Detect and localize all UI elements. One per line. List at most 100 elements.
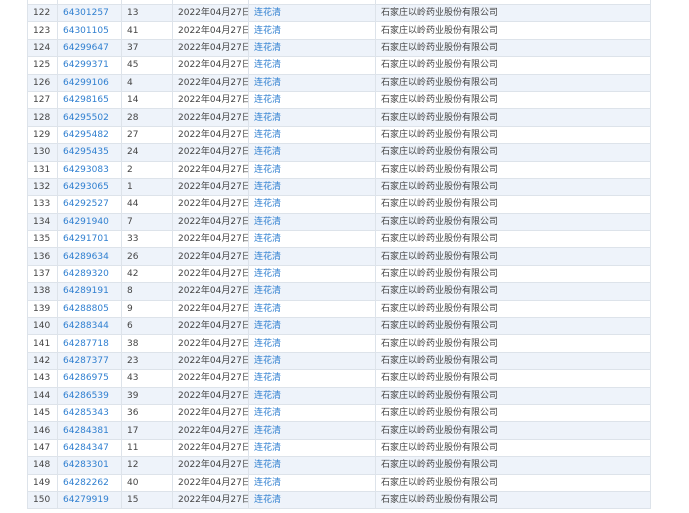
table-row: 135 64291701 33 2022年04月27日 连花清 石家庄以岭药业股份有限公司 [27, 230, 651, 249]
id-link[interactable]: 64291701 [63, 234, 109, 244]
id-link[interactable]: 64284381 [63, 426, 109, 436]
id-link[interactable]: 64301105 [63, 26, 109, 36]
product-link[interactable]: 连花清 [254, 165, 281, 175]
row-number-cell: 142 [27, 351, 58, 371]
table-row: 134 64291940 7 2022年04月27日 连花清 石家庄以岭药业股份有限公司 [27, 212, 651, 232]
product-link[interactable]: 连花清 [254, 217, 281, 227]
company-cell: 石家庄以岭药业股份有限公司 [375, 386, 651, 405]
product-link[interactable]: 连花清 [254, 199, 281, 209]
id-link[interactable]: 64287718 [63, 339, 109, 349]
id-link[interactable]: 64282262 [63, 478, 109, 488]
product-link[interactable]: 连花清 [254, 391, 281, 401]
product-cell: 连花清 [248, 230, 376, 249]
product-cell: 连花清 [248, 369, 376, 388]
product-link[interactable]: 连花清 [254, 147, 281, 157]
product-cell: 连花清 [248, 56, 376, 75]
id-link[interactable]: 64286539 [63, 391, 109, 401]
id-cell: 64301257 [57, 3, 122, 23]
product-link[interactable]: 连花清 [254, 426, 281, 436]
table-row: 140 64288344 6 2022年04月27日 连花清 石家庄以岭药业股份有限公司 [27, 317, 651, 336]
product-cell: 连花清 [248, 473, 376, 492]
id-link[interactable]: 64293083 [63, 165, 109, 175]
id-link[interactable]: 64284347 [63, 443, 109, 453]
product-cell: 连花清 [248, 438, 376, 458]
product-link[interactable]: 连花清 [254, 339, 281, 349]
product-cell: 连花清 [248, 247, 376, 266]
product-link[interactable]: 连花清 [254, 130, 281, 140]
id-cell: 64293065 [57, 177, 122, 197]
table-row: 133 64292527 44 2022年04月27日 连花清 石家庄以岭药业股份有限公司 [27, 195, 651, 214]
product-link[interactable]: 连花清 [254, 60, 281, 70]
date-cell: 2022年04月27日 [172, 90, 249, 110]
table-row: 138 64289191 8 2022年04月27日 连花清 石家庄以岭药业股份有限公司 [27, 282, 651, 301]
id-link[interactable]: 64285343 [63, 408, 109, 418]
company-cell: 石家庄以岭药业股份有限公司 [375, 90, 651, 110]
product-link[interactable]: 连花清 [254, 95, 281, 105]
id-link[interactable]: 64295482 [63, 130, 109, 140]
product-link[interactable]: 连花清 [254, 182, 281, 192]
id-link[interactable]: 64301257 [63, 8, 109, 18]
id-link[interactable]: 64299647 [63, 43, 109, 53]
id-link[interactable]: 64299106 [63, 78, 109, 88]
date-cell: 2022年04月27日 [172, 317, 249, 336]
product-link[interactable]: 连花清 [254, 8, 281, 18]
id-link[interactable]: 64293065 [63, 182, 109, 192]
product-link[interactable]: 连花清 [254, 495, 281, 505]
id-link[interactable]: 64283301 [63, 460, 109, 470]
row-number-cell: 147 [27, 438, 58, 458]
product-link[interactable]: 连花清 [254, 269, 281, 279]
product-cell: 连花清 [248, 108, 376, 127]
product-link[interactable]: 连花清 [254, 113, 281, 123]
id-cell: 64284347 [57, 438, 122, 458]
company-cell: 石家庄以岭药业股份有限公司 [375, 125, 651, 145]
table-row: 147 64284347 11 2022年04月27日 连花清 石家庄以岭药业股份有限公司 [27, 438, 651, 458]
product-link[interactable]: 连花清 [254, 443, 281, 453]
product-link[interactable]: 连花清 [254, 78, 281, 88]
product-cell: 连花清 [248, 3, 376, 23]
row-number-cell: 122 [27, 3, 58, 23]
id-link[interactable]: 64291940 [63, 217, 109, 227]
id-link[interactable]: 64289191 [63, 286, 109, 296]
id-link[interactable]: 64292527 [63, 199, 109, 209]
company-cell: 石家庄以岭药业股份有限公司 [375, 195, 651, 214]
company-cell: 石家庄以岭药业股份有限公司 [375, 21, 651, 40]
id-link[interactable]: 64289320 [63, 269, 109, 279]
quantity-cell: 6 [121, 317, 173, 336]
product-link[interactable]: 连花清 [254, 234, 281, 244]
id-link[interactable]: 64298165 [63, 95, 109, 105]
id-link[interactable]: 64289634 [63, 252, 109, 262]
product-link[interactable]: 连花清 [254, 373, 281, 383]
product-link[interactable]: 连花清 [254, 408, 281, 418]
product-link[interactable]: 连花清 [254, 356, 281, 366]
product-link[interactable]: 连花清 [254, 460, 281, 470]
row-number-cell: 148 [27, 456, 58, 475]
row-number-cell: 139 [27, 299, 58, 319]
date-cell: 2022年04月27日 [172, 3, 249, 23]
product-link[interactable]: 连花清 [254, 478, 281, 488]
product-link[interactable]: 连花清 [254, 321, 281, 331]
product-link[interactable]: 连花清 [254, 43, 281, 53]
product-cell: 连花清 [248, 160, 376, 179]
table-row: 129 64295482 27 2022年04月27日 连花清 石家庄以岭药业股份有限公司 [27, 125, 651, 145]
company-cell: 石家庄以岭药业股份有限公司 [375, 108, 651, 127]
product-link[interactable]: 连花清 [254, 252, 281, 262]
table-row: 144 64286539 39 2022年04月27日 连花清 石家庄以岭药业股份有限公司 [27, 386, 651, 405]
product-cell: 连花清 [248, 264, 376, 284]
id-link[interactable]: 64288805 [63, 304, 109, 314]
product-link[interactable]: 连花清 [254, 304, 281, 314]
id-link[interactable]: 64287377 [63, 356, 109, 366]
id-link[interactable]: 64279919 [63, 495, 109, 505]
id-link[interactable]: 64288344 [63, 321, 109, 331]
product-link[interactable]: 连花清 [254, 26, 281, 36]
id-link[interactable]: 64299371 [63, 60, 109, 70]
company-cell: 石家庄以岭药业股份有限公司 [375, 421, 651, 440]
id-link[interactable]: 64295502 [63, 113, 109, 123]
product-link[interactable]: 连花清 [254, 286, 281, 296]
row-number-cell: 135 [27, 230, 58, 249]
row-number-cell: 143 [27, 369, 58, 388]
row-number-cell: 141 [27, 334, 58, 353]
id-link[interactable]: 64295435 [63, 147, 109, 157]
company-cell: 石家庄以岭药业股份有限公司 [375, 212, 651, 232]
id-link[interactable]: 64286975 [63, 373, 109, 383]
quantity-cell: 1 [121, 177, 173, 197]
